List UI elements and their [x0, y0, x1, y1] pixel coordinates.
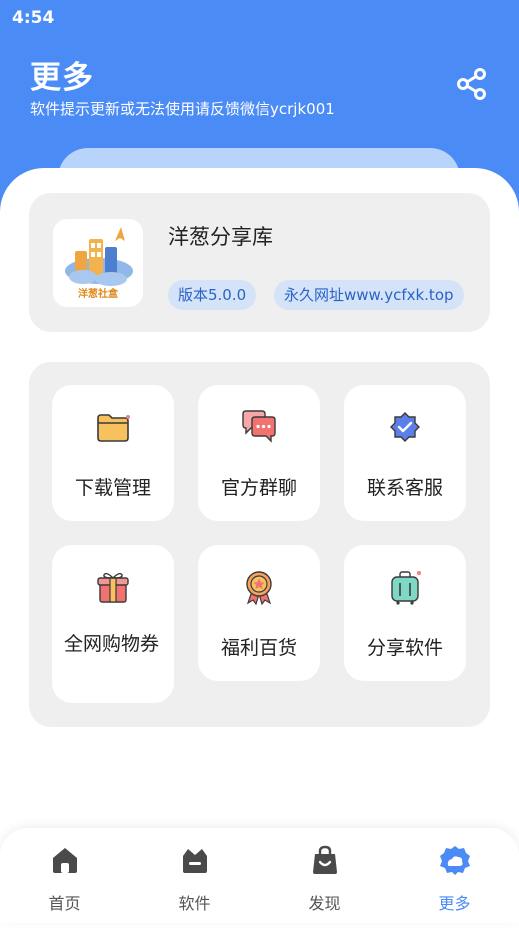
tile-label: 联系客服	[366, 477, 443, 499]
tab-label: 首页	[48, 894, 81, 913]
shopping-coupon-tile[interactable]: 全网购物券	[52, 545, 174, 703]
version-badge[interactable]: 版本5.0.0	[168, 280, 257, 310]
share-icon[interactable]	[454, 66, 490, 102]
tile-label: 福利百货	[220, 637, 297, 659]
status-bar-time: 4:54	[12, 8, 55, 28]
tab-label: 发现	[308, 894, 341, 913]
apps-icon	[179, 844, 211, 876]
page-title: 更多	[30, 60, 94, 96]
site-url-badge[interactable]: 永久网址www.ycfxk.top	[274, 280, 464, 310]
gift-icon	[95, 569, 131, 605]
feature-grid: 下载管理 官方群聊 联系客服 全网购物券 福利百货 分享软件	[29, 362, 490, 727]
tile-label: 全网购物券	[64, 633, 160, 655]
tile-label: 下载管理	[74, 477, 151, 499]
tab-label: 软件	[178, 894, 211, 913]
home-icon	[49, 844, 81, 876]
medal-icon	[241, 569, 277, 606]
share-software-tile[interactable]: 分享软件	[344, 545, 466, 681]
bottom-tab-bar: 首页 软件 发现 更多	[0, 828, 519, 923]
more-cloud-icon	[439, 844, 471, 876]
tile-label: 官方群聊	[220, 477, 297, 499]
verified-badge-icon	[387, 409, 423, 445]
tab-more[interactable]: 更多	[390, 828, 519, 923]
tab-label: 更多	[438, 894, 471, 913]
app-info-card: 洋葱社盒 洋葱分享库 版本5.0.0 永久网址www.ycfxk.top	[29, 193, 490, 332]
app-logo-text: 洋葱社盒	[78, 289, 118, 300]
welfare-store-tile[interactable]: 福利百货	[198, 545, 320, 681]
official-group-chat-tile[interactable]: 官方群聊	[198, 385, 320, 521]
suitcase-icon	[387, 569, 423, 605]
contact-support-tile[interactable]: 联系客服	[344, 385, 466, 521]
tab-home[interactable]: 首页	[0, 828, 129, 923]
tab-discover[interactable]: 发现	[260, 828, 389, 923]
folder-icon	[95, 409, 131, 445]
download-manager-tile[interactable]: 下载管理	[52, 385, 174, 521]
app-name: 洋葱分享库	[168, 225, 273, 249]
tab-software[interactable]: 软件	[130, 828, 259, 923]
tile-label: 分享软件	[366, 637, 443, 659]
app-logo: 洋葱社盒	[53, 219, 143, 307]
chat-bubbles-icon	[241, 409, 277, 445]
bag-icon	[309, 844, 341, 876]
page-subtitle: 软件提示更新或无法使用请反馈微信ycrjk001	[30, 100, 335, 118]
